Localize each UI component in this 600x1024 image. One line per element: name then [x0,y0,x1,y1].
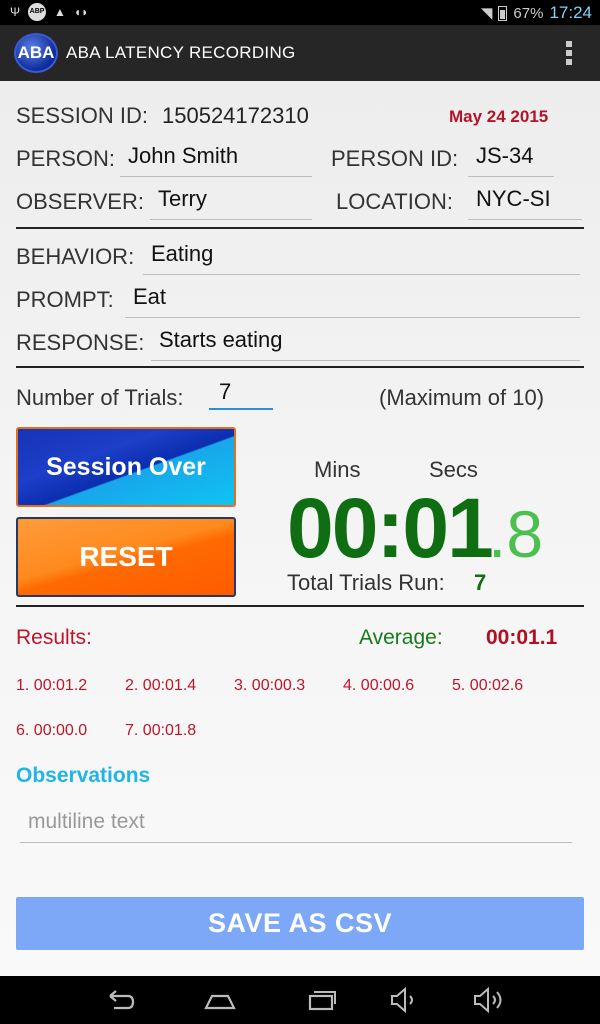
person-id-label: PERSON ID: [331,146,459,171]
back-icon[interactable] [102,986,138,1014]
result-item: 2. 00:01.4 [125,677,197,694]
observer-label: OBSERVER: [16,189,144,214]
app-logo[interactable]: ABA [14,33,58,73]
results-label: Results: [16,626,92,649]
result-item: 1. 00:01.2 [16,677,88,694]
recents-icon[interactable] [302,986,338,1014]
volume-up-icon[interactable] [470,986,506,1014]
result-item: 3. 00:00.3 [234,677,306,694]
trials-input[interactable]: 7 [209,378,273,410]
prompt-input[interactable]: Eat [125,282,580,318]
wifi-icon: ◥ [480,5,493,22]
volume-down-icon[interactable] [386,986,422,1014]
result-item: 5. 00:02.6 [452,677,524,694]
total-trials-value: 7 [474,570,487,595]
location-label: LOCATION: [336,189,453,214]
notification-icons: Ψ ABP ▲ ◖◗ [10,3,88,21]
average-value: 00:01.1 [486,626,558,649]
behavior-input[interactable]: Eating [143,239,580,275]
timer-display: 00:01 [287,481,494,575]
person-input[interactable]: John Smith [120,141,312,177]
app-title: ABA LATENCY RECORDING [66,43,296,62]
status-bar: Ψ ABP ▲ ◖◗ ◥ 67% 17:24 [0,0,600,25]
system-status: ◥ 67% 17:24 [481,3,592,23]
response-label: RESPONSE: [16,330,145,355]
session-date: May 24 2015 [449,107,549,126]
trials-label: Number of Trials: [16,385,184,410]
timer-fraction: .8 [488,497,544,571]
reset-button[interactable]: RESET [16,517,236,597]
result-item: 7. 00:01.8 [125,722,197,739]
session-over-button[interactable]: Session Over [16,427,236,507]
action-bar: ABA ABA LATENCY RECORDING [0,25,600,81]
section-divider [16,227,584,229]
average-label: Average: [359,626,443,649]
usb-icon: Ψ [10,5,21,19]
save-csv-button[interactable]: SAVE AS CSV [16,897,584,950]
observations-label: Observations [16,764,151,787]
trials-max-note: (Maximum of 10) [379,385,545,410]
prompt-label: PROMPT: [16,287,114,312]
overflow-menu-icon[interactable] [566,41,574,65]
home-icon[interactable] [202,986,238,1014]
location-input[interactable]: NYC-SI [468,184,582,220]
person-id-input[interactable]: JS-34 [468,141,554,177]
person-label: PERSON: [16,146,116,171]
result-item: 6. 00:00.0 [16,722,88,739]
section-divider [16,605,584,607]
session-id-value: 150524172310 [162,103,309,128]
clock: 17:24 [549,3,592,22]
warning-icon: ▲ [54,5,66,19]
navigation-bar [0,976,600,1024]
mins-label: Mins [314,457,361,482]
section-divider [16,366,584,368]
total-trials-label: Total Trials Run: [287,570,445,595]
battery-icon [498,5,508,21]
adblock-icon: ABP [28,3,47,21]
main-content: SESSION ID: 150524172310 May 24 2015 PER… [0,81,600,976]
battery-level: 67% [513,4,544,22]
session-id-label: SESSION ID: [16,103,149,128]
secs-label: Secs [429,457,478,482]
observations-input[interactable]: multiline text [20,805,572,843]
observer-input[interactable]: Terry [150,184,312,220]
behavior-label: BEHAVIOR: [16,244,135,269]
result-item: 4. 00:00.6 [343,677,415,694]
android-icon: ◖◗ [73,5,89,19]
response-input[interactable]: Starts eating [151,325,580,361]
